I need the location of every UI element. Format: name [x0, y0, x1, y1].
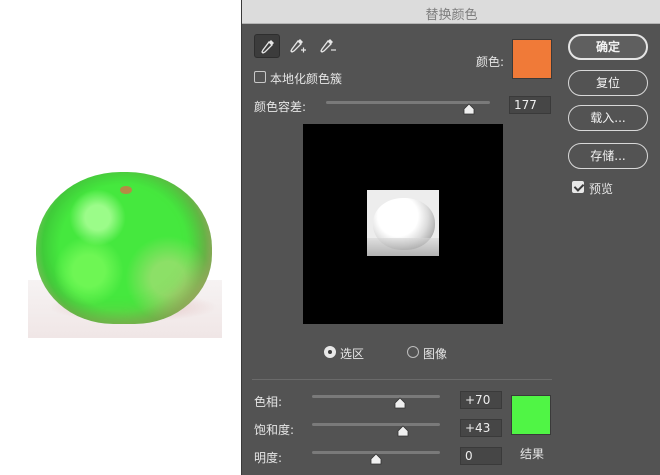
selection-radio[interactable] — [324, 346, 336, 358]
result-label: 结果 — [520, 447, 545, 461]
selection-preview — [303, 124, 503, 324]
reset-button[interactable]: 复位 — [568, 70, 648, 96]
eyedropper-minus-icon — [320, 39, 336, 53]
eyedropper-tool[interactable] — [254, 34, 280, 58]
saturation-slider-track[interactable] — [312, 423, 440, 426]
section-divider — [252, 379, 552, 380]
load-button[interactable]: 载入... — [568, 105, 648, 131]
image-radio-label: 图像 — [423, 347, 448, 361]
hue-label: 色相: — [254, 395, 283, 409]
dialog-title: 替换颜色 — [425, 8, 478, 23]
saturation-input[interactable]: +43 — [460, 419, 502, 437]
selection-radio-label: 选区 — [340, 347, 365, 361]
preview-label: 预览 — [589, 182, 614, 196]
tangerine-stem — [120, 186, 132, 194]
localized-clusters-label: 本地化颜色簇 — [270, 72, 343, 86]
color-label: 颜色: — [476, 55, 505, 69]
source-color-swatch[interactable] — [512, 39, 552, 79]
lightness-input[interactable]: 0 — [460, 447, 502, 465]
eyedropper-subtract-tool[interactable] — [314, 34, 340, 58]
replace-color-dialog: 替换颜色 颜色: 本地化颜色簇 颜色容差: 177 选区 图像 色相: +70 … — [241, 0, 660, 475]
dialog-titlebar[interactable]: 替换颜色 — [242, 0, 660, 24]
tolerance-label: 颜色容差: — [254, 100, 307, 114]
eyedropper-plus-icon — [290, 39, 306, 53]
hue-slider-track[interactable] — [312, 395, 440, 398]
saturation-label: 饱和度: — [254, 423, 295, 437]
result-color-swatch[interactable] — [511, 395, 551, 435]
image-radio[interactable] — [407, 346, 419, 358]
preview-mask — [367, 190, 439, 256]
page: 替换颜色 颜色: 本地化颜色簇 颜色容差: 177 选区 图像 色相: +70 … — [0, 0, 660, 475]
tangerine-image — [36, 172, 212, 324]
hue-input[interactable]: +70 — [460, 391, 502, 409]
eyedropper-icon — [261, 40, 274, 54]
tolerance-input[interactable]: 177 — [509, 96, 551, 114]
localized-clusters-checkbox[interactable] — [254, 71, 266, 83]
lightness-label: 明度: — [254, 451, 283, 465]
ok-button[interactable]: 确定 — [568, 34, 648, 60]
save-button[interactable]: 存储... — [568, 143, 648, 169]
preview-shade — [367, 238, 439, 256]
canvas-photo — [28, 162, 222, 338]
eyedropper-add-tool[interactable] — [284, 34, 310, 58]
preview-checkbox[interactable] — [572, 181, 584, 193]
